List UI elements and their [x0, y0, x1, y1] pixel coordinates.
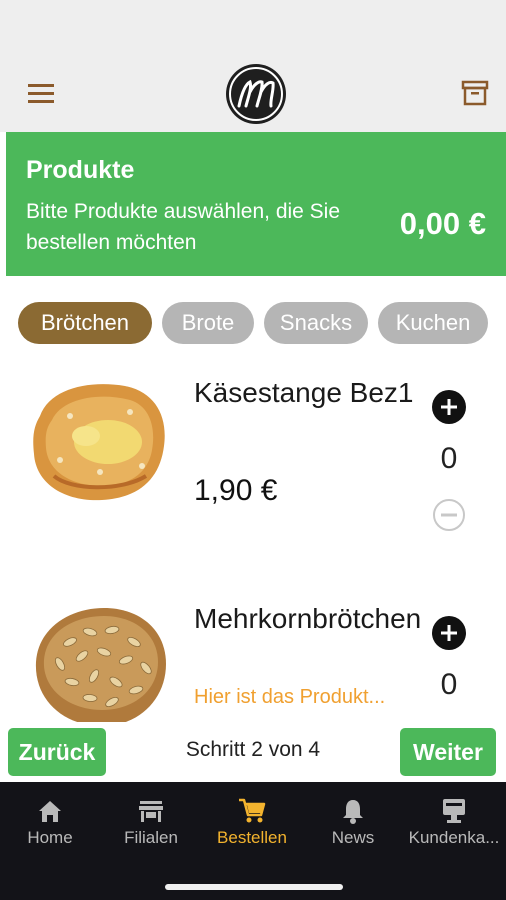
- product-quantity: 0: [440, 668, 458, 701]
- add-quantity-icon[interactable]: [432, 616, 466, 650]
- nav-label: Filialen: [124, 828, 178, 847]
- category-tab-kuchen[interactable]: Kuchen: [378, 302, 488, 344]
- category-tab-brote[interactable]: Brote: [162, 302, 254, 344]
- product-quantity: 0: [440, 442, 458, 475]
- home-icon: [35, 796, 65, 826]
- product-note: Hier ist das Produkt...: [194, 686, 386, 708]
- hamburger-menu-icon[interactable]: [28, 82, 56, 104]
- nav-label: Home: [27, 828, 73, 847]
- card-icon: [439, 796, 469, 826]
- nav-label: News: [331, 828, 375, 847]
- nav-item-news[interactable]: News: [303, 796, 403, 848]
- add-quantity-icon[interactable]: [432, 390, 466, 424]
- nav-item-home[interactable]: Home: [0, 796, 100, 848]
- category-tab-snacks[interactable]: Snacks: [264, 302, 368, 344]
- product-price: 1,90 €: [194, 474, 278, 507]
- remove-quantity-icon[interactable]: [432, 498, 466, 532]
- nav-item-bestellen[interactable]: Bestellen: [202, 796, 302, 848]
- bell-icon: [338, 796, 368, 826]
- home-indicator: [165, 884, 343, 890]
- step-indicator: Schritt 2 von 4: [185, 738, 321, 761]
- product-image-kaesestange[interactable]: [30, 376, 170, 506]
- product-image-mehrkornbroetchen[interactable]: [30, 602, 170, 722]
- product-item: Mehrkornbrötchen Hier ist das Produkt...…: [0, 596, 506, 722]
- product-name: Käsestange Bez1: [194, 377, 414, 408]
- archive-box-icon[interactable]: [460, 78, 490, 108]
- step-navigation: Zurück Schritt 2 von 4 Weiter: [0, 722, 506, 782]
- top-app-bar: [0, 0, 506, 132]
- nav-item-kundenkarte[interactable]: Kundenka...: [404, 796, 504, 848]
- brand-logo: [224, 62, 288, 126]
- nav-item-filialen[interactable]: Filialen: [101, 796, 201, 848]
- back-button[interactable]: Zurück: [8, 728, 106, 776]
- bottom-navigation: Home Filialen Bestellen News Kundenka...: [0, 782, 506, 900]
- category-tabs: Brötchen Brote Snacks Kuchen: [18, 302, 506, 346]
- nav-label: Bestellen: [217, 828, 287, 847]
- products-header: Produkte Bitte Produkte auswählen, die S…: [6, 132, 506, 276]
- category-tab-broetchen[interactable]: Brötchen: [18, 302, 152, 344]
- product-item: Käsestange Bez1 1,90 € 0: [0, 370, 506, 540]
- order-total: 0,00 €: [399, 206, 486, 241]
- product-name: Mehrkornbrötchen: [194, 603, 422, 634]
- nav-label: Kundenka...: [408, 828, 500, 847]
- page-subtitle: Bitte Produkte auswählen, die Sie bestel…: [26, 200, 341, 254]
- page-title: Produkte: [26, 156, 135, 184]
- cart-icon: [237, 796, 267, 826]
- next-button[interactable]: Weiter: [400, 728, 496, 776]
- store-icon: [136, 796, 166, 826]
